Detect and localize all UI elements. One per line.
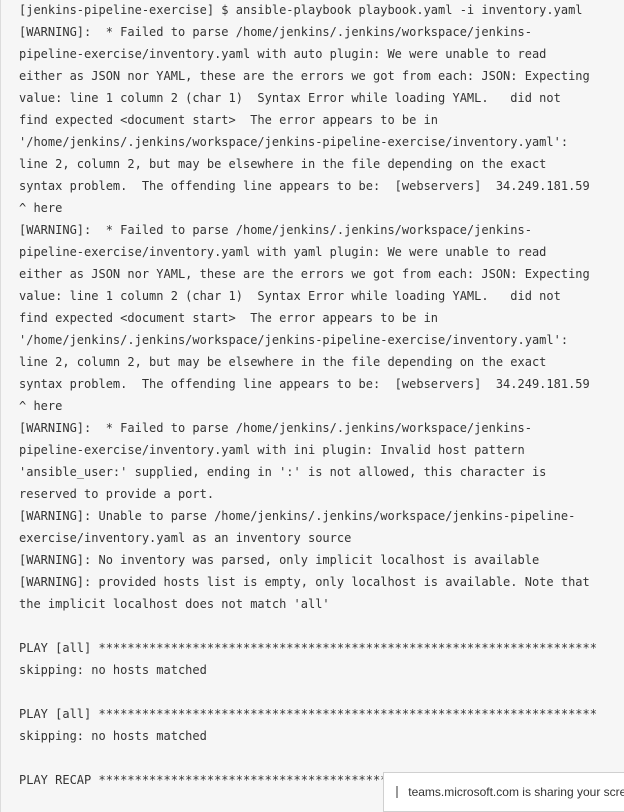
console-line: 'ansible_user:' supplied, ending in ':' … xyxy=(19,465,547,479)
console-line: line 2, column 2, but may be elsewhere i… xyxy=(19,157,547,171)
console-line: PLAY [all] *****************************… xyxy=(19,707,597,721)
drag-handle-icon[interactable] xyxy=(396,786,399,798)
screen-share-text: teams.microsoft.com is sharing your scre… xyxy=(408,785,624,799)
console-line: [WARNING]: * Failed to parse /home/jenki… xyxy=(19,223,532,237)
console-line: pipeline-exercise/inventory.yaml with ya… xyxy=(19,245,547,259)
console-line: find expected <document start> The error… xyxy=(19,311,439,325)
console-line: find expected <document start> The error… xyxy=(19,113,439,127)
console-line: syntax problem. The offending line appea… xyxy=(19,377,590,391)
console-line: [WARNING]: No inventory was parsed, only… xyxy=(19,553,540,567)
console-line: value: line 1 column 2 (char 1) Syntax E… xyxy=(19,91,561,105)
console-line: pipeline-exercise/inventory.yaml with au… xyxy=(19,47,547,61)
screen-share-banner: teams.microsoft.com is sharing your scre… xyxy=(383,772,624,812)
console-line: either as JSON nor YAML, these are the e… xyxy=(19,69,590,83)
console-line: pipeline-exercise/inventory.yaml with in… xyxy=(19,443,525,457)
console-line: skipping: no hosts matched xyxy=(19,729,207,743)
console-line: value: line 1 column 2 (char 1) Syntax E… xyxy=(19,289,561,303)
console-line: ^ here xyxy=(19,201,63,215)
console-line: [WARNING]: provided hosts list is empty,… xyxy=(19,575,590,589)
console-line: reserved to provide a port. xyxy=(19,487,215,501)
console-line: syntax problem. The offending line appea… xyxy=(19,179,590,193)
console-line: [WARNING]: * Failed to parse /home/jenki… xyxy=(19,421,532,435)
console-line: exercise/inventory.yaml as an inventory … xyxy=(19,531,352,545)
console-line: PLAY [all] *****************************… xyxy=(19,641,597,655)
console-line: [WARNING]: * Failed to parse /home/jenki… xyxy=(19,25,532,39)
console-line: ^ here xyxy=(19,399,63,413)
console-line: either as JSON nor YAML, these are the e… xyxy=(19,267,590,281)
console-line: [jenkins-pipeline-exercise] $ ansible-pl… xyxy=(19,3,583,17)
console-line: '/home/jenkins/.jenkins/workspace/jenkin… xyxy=(19,333,569,347)
console-line: the implicit localhost does not match 'a… xyxy=(19,597,330,611)
console-output: [jenkins-pipeline-exercise] $ ansible-pl… xyxy=(0,0,624,812)
console-line: skipping: no hosts matched xyxy=(19,663,207,677)
console-line: '/home/jenkins/.jenkins/workspace/jenkin… xyxy=(19,135,569,149)
console-line: [WARNING]: Unable to parse /home/jenkins… xyxy=(19,509,576,523)
console-line: line 2, column 2, but may be elsewhere i… xyxy=(19,355,547,369)
